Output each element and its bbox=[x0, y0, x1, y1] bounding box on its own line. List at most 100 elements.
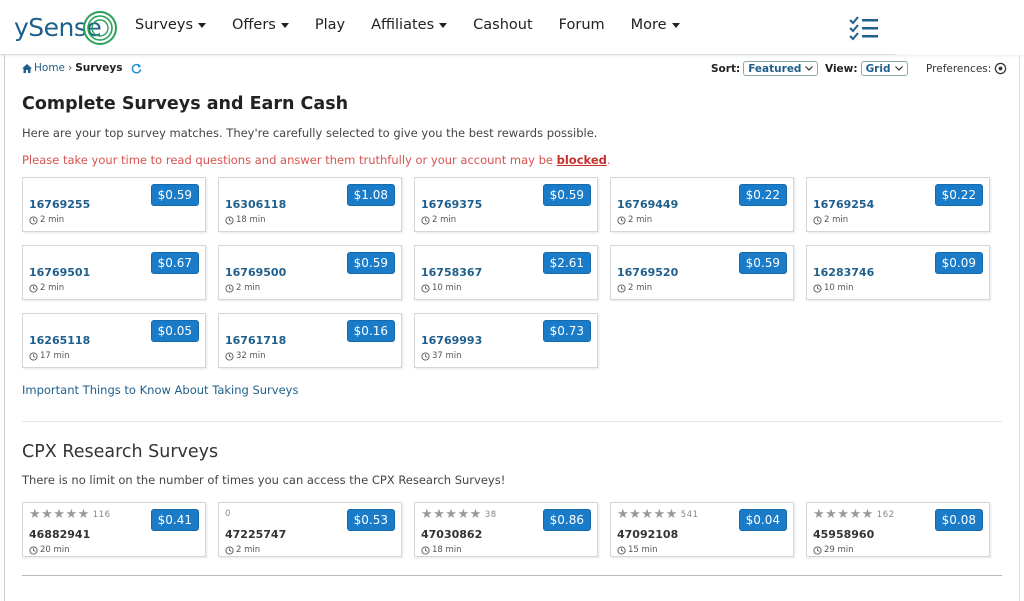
duration-text: 18 min bbox=[432, 545, 462, 555]
survey-id: 16283746 bbox=[813, 266, 875, 279]
survey-price-button[interactable]: $0.22 bbox=[738, 184, 787, 206]
right-border bbox=[1019, 55, 1020, 601]
survey-card[interactable]: 16769375 2 min $0.59 bbox=[414, 177, 598, 232]
chevron-down-icon bbox=[894, 66, 903, 71]
sort-value: Featured bbox=[748, 62, 802, 75]
cpx-survey-card[interactable]: 0 47225747 2 min $0.53 bbox=[218, 502, 402, 557]
survey-id: 16769520 bbox=[617, 266, 679, 279]
rating-count: 116 bbox=[92, 509, 111, 520]
gear-icon bbox=[995, 62, 1007, 75]
clock-icon bbox=[225, 545, 234, 555]
survey-price-button[interactable]: $0.59 bbox=[542, 184, 591, 206]
cpx-survey-card[interactable]: ★★★★★ 541 47092108 15 min $0.04 bbox=[610, 502, 794, 557]
survey-id: 16769375 bbox=[421, 198, 483, 211]
breadcrumb-separator: › bbox=[68, 62, 73, 74]
rating-count: 162 bbox=[876, 509, 895, 520]
nav-play[interactable]: Play bbox=[315, 17, 345, 33]
preferences[interactable]: Preferences: bbox=[926, 62, 1007, 75]
preferences-label: Preferences: bbox=[926, 62, 992, 75]
sort-label: Sort: bbox=[711, 62, 741, 75]
survey-card[interactable]: 16265118 17 min $0.05 bbox=[22, 313, 206, 368]
sort-select[interactable]: Featured bbox=[743, 61, 819, 76]
rating-stars: ★★★★★ 38 bbox=[421, 507, 497, 522]
sort-control: Sort: Featured bbox=[711, 61, 819, 76]
duration-text: 32 min bbox=[236, 351, 266, 361]
survey-duration: 2 min bbox=[29, 215, 64, 225]
survey-id: 16769255 bbox=[29, 198, 91, 211]
survey-price-button[interactable]: $0.41 bbox=[150, 509, 199, 531]
refresh-icon[interactable] bbox=[131, 63, 142, 74]
nav-surveys[interactable]: Surveys bbox=[135, 17, 206, 33]
survey-card[interactable]: 16769449 2 min $0.22 bbox=[610, 177, 794, 232]
clock-icon bbox=[29, 545, 38, 555]
survey-duration: 37 min bbox=[421, 351, 462, 361]
caret-down-icon bbox=[439, 22, 448, 28]
warning-suffix: . bbox=[606, 153, 611, 167]
survey-id: 16769254 bbox=[813, 198, 875, 211]
survey-card[interactable]: 16761718 32 min $0.16 bbox=[218, 313, 402, 368]
duration-text: 2 min bbox=[236, 545, 261, 555]
survey-id: 47092108 bbox=[617, 528, 679, 541]
survey-price-button[interactable]: $0.04 bbox=[738, 509, 787, 531]
survey-price-button[interactable]: $0.53 bbox=[346, 509, 395, 531]
survey-card[interactable]: 16769500 2 min $0.59 bbox=[218, 245, 402, 300]
warning-blocked-link[interactable]: blocked bbox=[557, 153, 607, 167]
survey-price-button[interactable]: $0.22 bbox=[934, 184, 983, 206]
section-divider bbox=[22, 575, 1002, 576]
survey-price-button[interactable]: $0.16 bbox=[346, 320, 395, 342]
cpx-section-title: CPX Research Surveys bbox=[22, 442, 219, 462]
nav-offers[interactable]: Offers bbox=[232, 17, 289, 33]
duration-text: 2 min bbox=[40, 283, 65, 293]
clock-icon bbox=[225, 215, 234, 225]
duration-text: 10 min bbox=[432, 283, 462, 293]
breadcrumb: Home › Surveys bbox=[22, 62, 142, 74]
survey-price-button[interactable]: $1.08 bbox=[346, 184, 395, 206]
survey-price-button[interactable]: $0.73 bbox=[542, 320, 591, 342]
survey-card[interactable]: 16769520 2 min $0.59 bbox=[610, 245, 794, 300]
task-list-icon[interactable] bbox=[848, 15, 882, 41]
breadcrumb-home[interactable]: Home bbox=[34, 62, 65, 74]
nav-cashout[interactable]: Cashout bbox=[473, 17, 533, 33]
survey-card[interactable]: 16758367 10 min $2.61 bbox=[414, 245, 598, 300]
nav-more[interactable]: More bbox=[631, 17, 680, 33]
nav-label: Surveys bbox=[135, 17, 193, 33]
survey-card[interactable]: 16769255 2 min $0.59 bbox=[22, 177, 206, 232]
caret-down-icon bbox=[671, 22, 680, 28]
duration-text: 17 min bbox=[40, 351, 70, 361]
survey-card[interactable]: 16306118 18 min $1.08 bbox=[218, 177, 402, 232]
clock-icon bbox=[813, 215, 822, 225]
survey-duration: 10 min bbox=[421, 283, 462, 293]
view-control: View: Grid bbox=[825, 61, 908, 76]
nav-forum[interactable]: Forum bbox=[559, 17, 605, 33]
cpx-survey-card[interactable]: ★★★★★ 162 45958960 29 min $0.08 bbox=[806, 502, 990, 557]
survey-price-button[interactable]: $0.05 bbox=[150, 320, 199, 342]
section-divider bbox=[22, 421, 1002, 422]
clock-icon bbox=[29, 283, 38, 293]
clock-icon bbox=[617, 545, 626, 555]
survey-price-button[interactable]: $0.59 bbox=[150, 184, 199, 206]
duration-text: 15 min bbox=[628, 545, 658, 555]
clock-icon bbox=[421, 215, 430, 225]
duration-text: 2 min bbox=[236, 283, 261, 293]
cpx-survey-card[interactable]: ★★★★★ 116 46882941 20 min $0.41 bbox=[22, 502, 206, 557]
important-things-link[interactable]: Important Things to Know About Taking Su… bbox=[22, 383, 298, 397]
survey-price-button[interactable]: $0.86 bbox=[542, 509, 591, 531]
main-nav: Surveys Offers Play Affiliates Cashout F… bbox=[135, 17, 706, 33]
clock-icon bbox=[617, 283, 626, 293]
survey-price-button[interactable]: $0.59 bbox=[346, 252, 395, 274]
survey-card[interactable]: 16769254 2 min $0.22 bbox=[806, 177, 990, 232]
nav-affiliates[interactable]: Affiliates bbox=[371, 17, 448, 33]
survey-price-button[interactable]: $0.59 bbox=[738, 252, 787, 274]
duration-text: 2 min bbox=[824, 215, 849, 225]
survey-price-button[interactable]: $0.67 bbox=[150, 252, 199, 274]
survey-card[interactable]: 16769501 2 min $0.67 bbox=[22, 245, 206, 300]
survey-card[interactable]: 16769993 37 min $0.73 bbox=[414, 313, 598, 368]
survey-price-button[interactable]: $0.08 bbox=[934, 509, 983, 531]
survey-duration: 2 min bbox=[225, 283, 260, 293]
view-select[interactable]: Grid bbox=[860, 61, 908, 76]
cpx-survey-card[interactable]: ★★★★★ 38 47030862 18 min $0.86 bbox=[414, 502, 598, 557]
survey-card[interactable]: 16283746 10 min $0.09 bbox=[806, 245, 990, 300]
nav-label: Cashout bbox=[473, 17, 533, 33]
survey-price-button[interactable]: $0.09 bbox=[934, 252, 983, 274]
survey-price-button[interactable]: $2.61 bbox=[542, 252, 591, 274]
